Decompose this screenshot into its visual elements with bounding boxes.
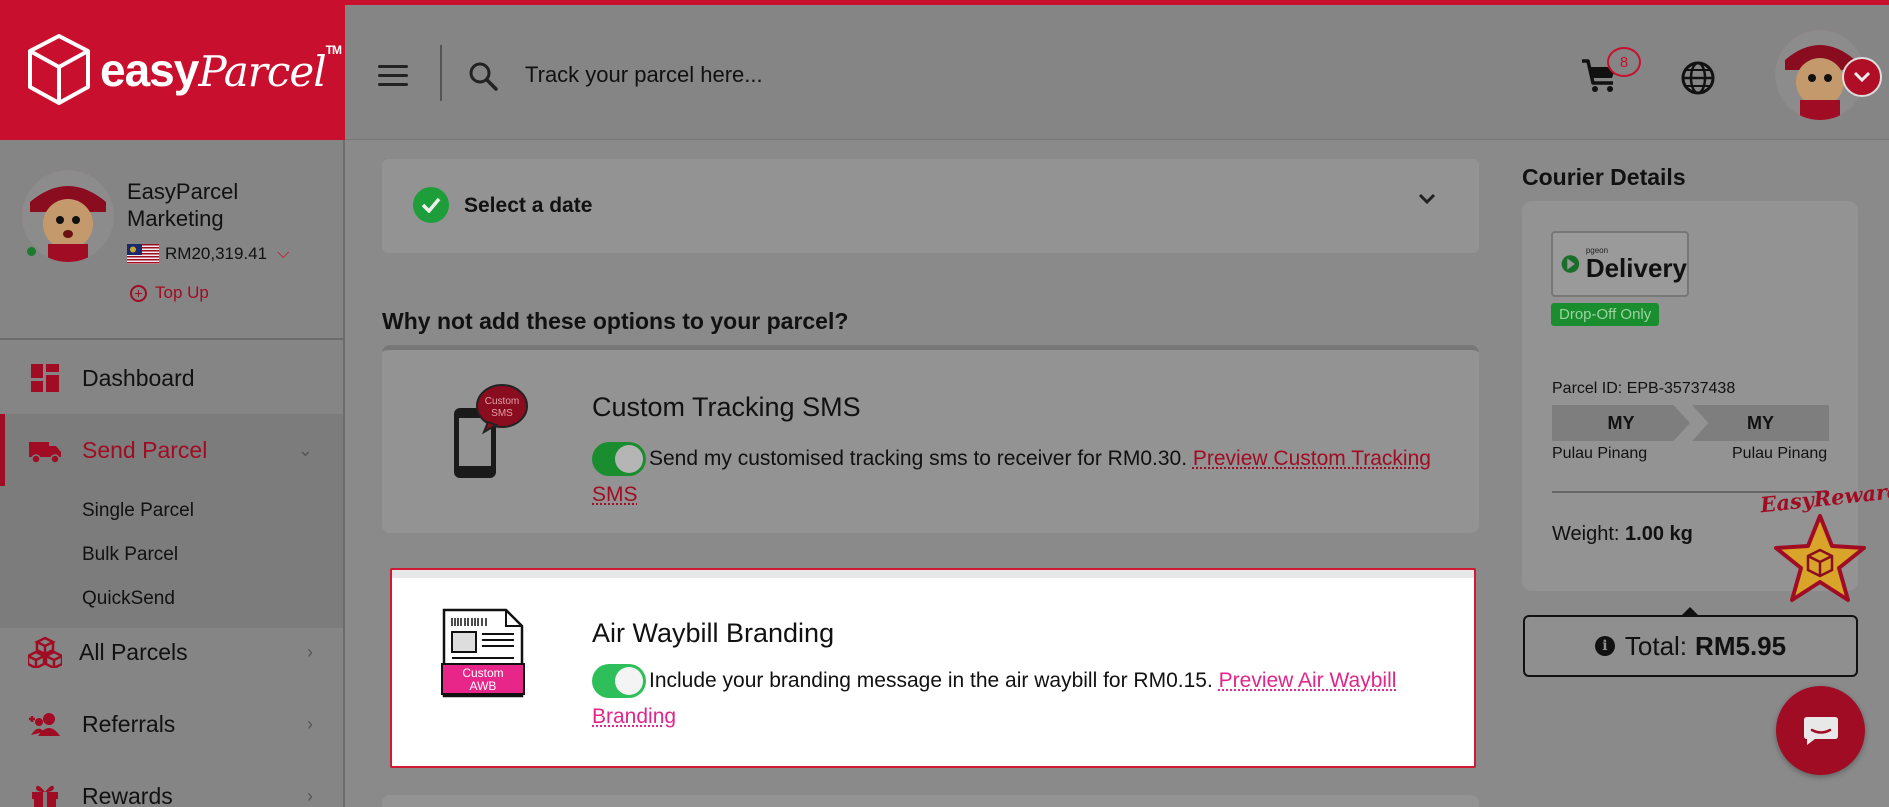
sidebar-item-label: Rewards	[82, 782, 173, 807]
awb-icon-text-awb: AWB	[470, 679, 497, 693]
svg-text:SMS: SMS	[491, 408, 513, 419]
chevron-right-icon: ›	[307, 641, 313, 662]
drop-off-badge: Drop-Off Only	[1551, 303, 1660, 326]
top-up-link[interactable]: + Top Up	[130, 283, 209, 303]
parcel-weight: Weight: 1.00 kg	[1552, 523, 1693, 546]
chevron-down-icon[interactable]	[1417, 189, 1437, 212]
account-menu-button[interactable]	[1842, 57, 1882, 97]
sidebar: EasyParcel Marketing RM20,319.41 ⌵ + Top…	[0, 140, 345, 807]
route-from-city: Pulau Pinang	[1552, 445, 1648, 462]
total-label: Total:	[1624, 630, 1688, 661]
submenu-quicksend[interactable]: QuickSend	[82, 588, 175, 610]
top-accent-line	[0, 0, 1889, 5]
sidebar-item-label: All Parcels	[79, 638, 188, 665]
chat-icon	[1803, 716, 1838, 745]
active-indicator	[0, 414, 5, 486]
wallet-balance[interactable]: RM20,319.41 ⌵	[127, 244, 289, 264]
route-from-country: MY	[1552, 405, 1690, 441]
logo-word-easy: easy	[100, 44, 199, 96]
profile-panel: EasyParcel Marketing RM20,319.41 ⌵ + Top…	[0, 140, 343, 340]
awb-option-text: Include your branding message in the air…	[649, 669, 1213, 692]
sidebar-item-all-parcels[interactable]: All Parcels ›	[0, 616, 343, 688]
awb-branding-option-card: Custom AWB Air Waybill Branding Include …	[390, 568, 1476, 768]
online-status-dot	[25, 245, 38, 258]
easyreward-badge[interactable]: EasyReward	[1759, 478, 1889, 610]
route-to-country: MY	[1692, 405, 1829, 441]
date-selector-label: Select a date	[464, 194, 593, 217]
sidebar-item-referrals[interactable]: Referrals ›	[0, 688, 343, 760]
submenu-single-parcel[interactable]: Single Parcel	[82, 500, 194, 522]
next-option-card	[382, 795, 1479, 807]
options-heading: Why not add these options to your parcel…	[382, 308, 849, 334]
awb-icon-text-custom: Custom	[462, 666, 503, 680]
logo-word-parcel: Parcel	[198, 47, 326, 96]
info-icon: i	[1594, 636, 1615, 656]
chevron-down-icon: ⌄	[297, 439, 313, 460]
sms-option-description: Send my customised tracking sms to recei…	[592, 441, 1442, 513]
sidebar-item-send-parcel[interactable]: Send Parcel ⌄	[0, 414, 343, 486]
dashboard-icon	[31, 364, 59, 392]
sidebar-item-dashboard[interactable]: Dashboard	[0, 342, 343, 414]
courier-details-heading: Courier Details	[1522, 164, 1686, 190]
logo-wordmark: easyParcelTM	[100, 43, 342, 97]
live-chat-button[interactable]	[1776, 686, 1865, 775]
awb-document-icon: Custom AWB	[441, 608, 525, 698]
cart-count-badge: 8	[1607, 47, 1641, 77]
truck-icon	[29, 442, 61, 464]
custom-sms-option-card: Custom SMS Custom Tracking SMS Send my c…	[382, 345, 1479, 533]
plus-circle-icon: +	[130, 284, 147, 302]
sidebar-item-label: Dashboard	[82, 364, 195, 391]
malaysia-flag-icon	[127, 244, 159, 264]
profile-name: EasyParcel Marketing	[127, 179, 239, 231]
chevron-down-icon[interactable]: ⌵	[277, 245, 289, 263]
courier-logo: pgeon Delivery	[1551, 231, 1689, 297]
sidebar-item-label: Referrals	[82, 710, 176, 737]
box-logo-icon	[28, 34, 90, 105]
chevron-right-icon: ›	[307, 713, 313, 734]
send-parcel-submenu: Single Parcel Bulk Parcel QuickSend	[0, 486, 343, 628]
submenu-bulk-parcel[interactable]: Bulk Parcel	[82, 544, 178, 566]
route-to-city: Pulau Pinang	[1732, 445, 1828, 462]
courier-logo-text: Delivery	[1585, 253, 1687, 283]
pgeon-logo-icon	[1561, 255, 1580, 273]
boxes-icon	[28, 636, 62, 668]
chevron-right-icon: ›	[307, 785, 313, 806]
date-selector[interactable]: Select a date	[382, 159, 1479, 253]
balance-amount: RM20,319.41	[165, 244, 268, 263]
top-up-label: Top Up	[155, 283, 209, 302]
svg-text:Custom: Custom	[485, 396, 519, 407]
logo[interactable]: easyParcelTM	[0, 0, 345, 140]
search-icon[interactable]	[467, 60, 499, 92]
menu-icon[interactable]	[378, 65, 408, 87]
awb-option-description: Include your branding message in the air…	[592, 663, 1442, 735]
star-icon	[1774, 514, 1866, 602]
weight-label: Weight:	[1552, 523, 1620, 545]
track-parcel-input[interactable]	[525, 50, 1225, 100]
sms-option-text: Send my customised tracking sms to recei…	[649, 447, 1188, 470]
logo-trademark: TM	[325, 43, 342, 57]
sms-option-title: Custom Tracking SMS	[592, 392, 861, 422]
check-circle-icon	[413, 187, 449, 223]
route-indicator: MY MY	[1552, 405, 1829, 441]
sidebar-item-rewards[interactable]: Rewards ›	[0, 760, 343, 807]
header-divider	[440, 45, 442, 101]
gift-icon	[32, 785, 58, 807]
top-header: 8	[345, 5, 1889, 140]
globe-icon[interactable]	[1680, 60, 1716, 96]
sidebar-item-label: Send Parcel	[82, 436, 208, 463]
total-value: RM5.95	[1695, 630, 1787, 661]
parcel-id: Parcel ID: EPB-35737438	[1552, 380, 1736, 397]
total-price-button[interactable]: i Total: RM5.95	[1523, 615, 1858, 677]
awb-option-title: Air Waybill Branding	[592, 618, 835, 648]
referrals-icon	[29, 713, 60, 736]
sms-phone-icon: Custom SMS	[454, 384, 528, 478]
weight-value: 1.00 kg	[1625, 523, 1693, 545]
chevron-down-icon	[1853, 71, 1871, 83]
card-top-border	[392, 570, 1474, 578]
